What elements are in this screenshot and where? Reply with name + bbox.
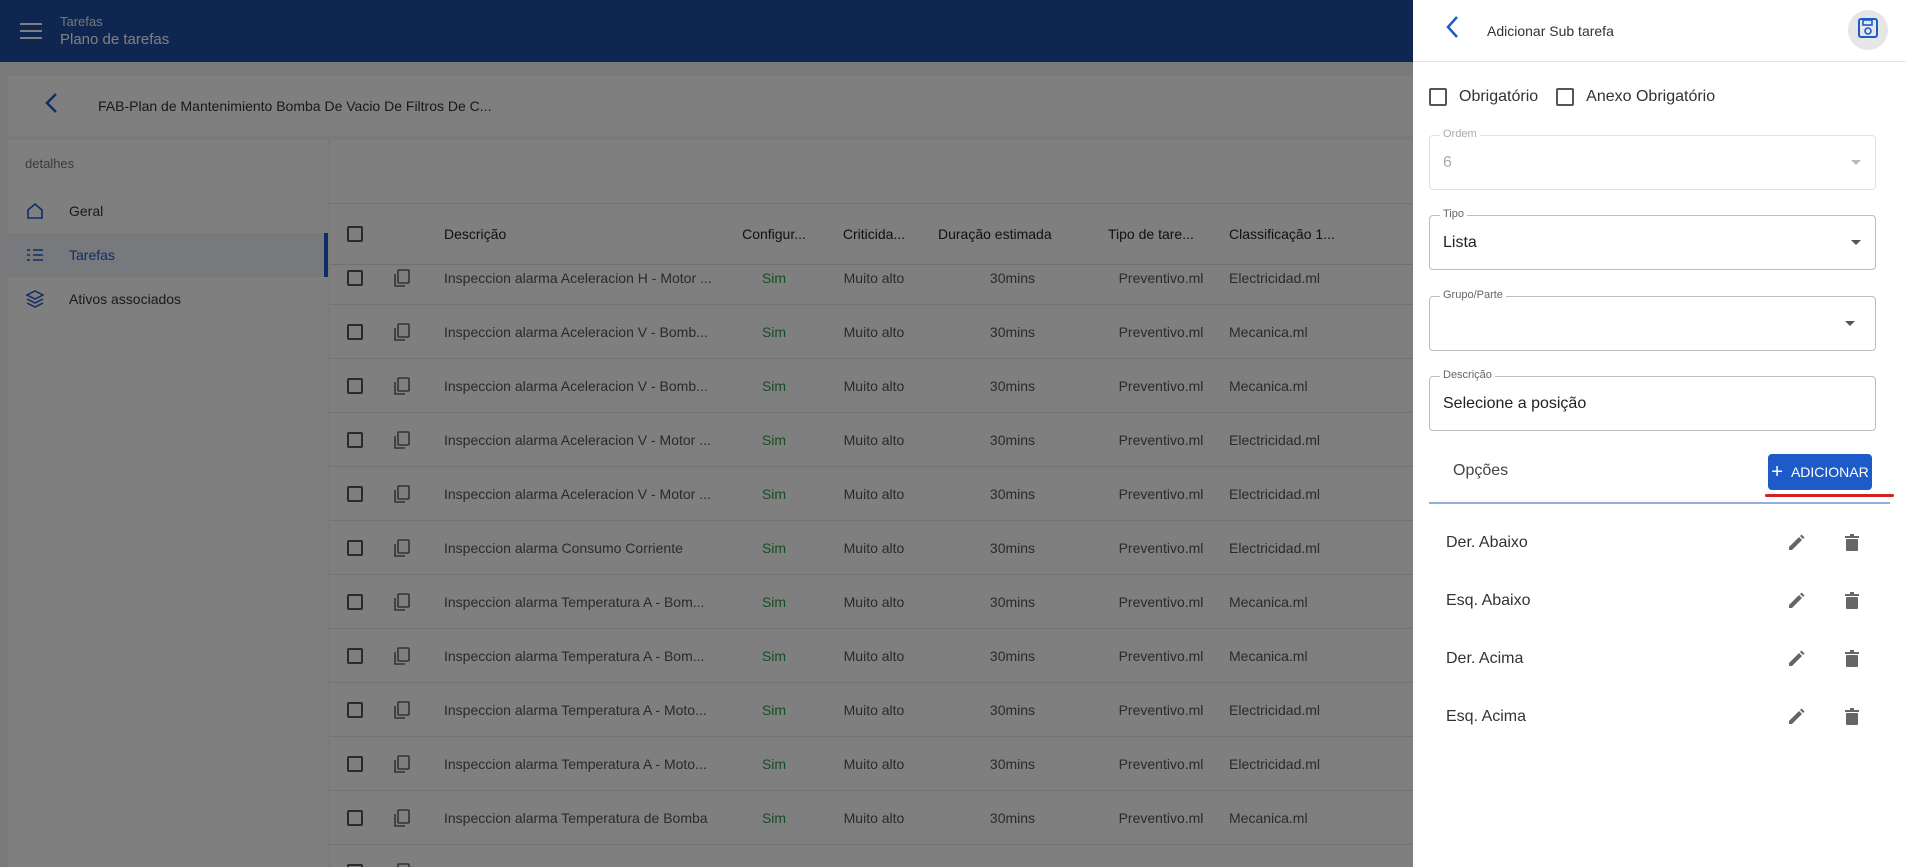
save-button[interactable]: [1848, 10, 1888, 50]
app-root: Tarefas Plano de tarefas FAB-Plan de Man…: [0, 0, 1906, 867]
trash-icon[interactable]: [1842, 533, 1862, 558]
pencil-icon[interactable]: [1786, 533, 1806, 558]
modal-backdrop[interactable]: [0, 0, 1413, 867]
option-label: Esq. Acima: [1446, 708, 1527, 725]
checkbox-box[interactable]: [1556, 88, 1575, 106]
tipo-select[interactable]: Tipo Lista: [1429, 208, 1876, 270]
option-item: Der. Abaixo: [1429, 514, 1890, 572]
pencil-icon[interactable]: [1786, 649, 1806, 674]
chevron-down-icon[interactable]: [1845, 321, 1855, 326]
back-arrow-icon[interactable]: [1445, 15, 1465, 46]
tipo-value: Lista: [1443, 234, 1477, 251]
add-option-button[interactable]: + ADICIONAR: [1768, 454, 1872, 490]
add-button-label: ADICIONAR: [1790, 464, 1869, 480]
option-label: Der. Abaixo: [1446, 534, 1528, 551]
option-label: Der. Acima: [1446, 650, 1524, 667]
descricao-value: Selecione a posição: [1443, 395, 1587, 412]
highlight-underline: [1765, 494, 1894, 497]
chevron-down-icon: [1851, 160, 1861, 165]
pencil-icon[interactable]: [1786, 707, 1806, 732]
required-checkboxes: Obrigatório Anexo Obrigatório: [1429, 88, 1733, 106]
pencil-icon[interactable]: [1786, 591, 1806, 616]
ordem-label: Ordem: [1440, 128, 1480, 140]
trash-icon[interactable]: [1842, 707, 1862, 732]
option-label: Esq. Abaixo: [1446, 592, 1531, 609]
tipo-label: Tipo: [1440, 208, 1467, 220]
chevron-down-icon[interactable]: [1851, 240, 1861, 245]
grupo-label: Grupo/Parte: [1440, 289, 1506, 301]
trash-icon[interactable]: [1842, 591, 1862, 616]
anexo-label: Anexo Obrigatório: [1586, 88, 1716, 105]
anexo-obrigatorio-checkbox[interactable]: Anexo Obrigatório: [1556, 88, 1715, 106]
option-item: Der. Acima: [1429, 630, 1890, 688]
plus-icon: +: [1771, 460, 1783, 483]
ordem-value: 6: [1443, 154, 1452, 171]
add-subtask-panel: Adicionar Sub tarefa Obrigatório Anexo O…: [1413, 0, 1906, 867]
ordem-select: Ordem 6: [1429, 128, 1876, 190]
obrigatorio-label: Obrigatório: [1459, 88, 1539, 105]
option-item: Esq. Abaixo: [1429, 572, 1890, 630]
descricao-label: Descrição: [1440, 369, 1495, 381]
descricao-input[interactable]: Descrição Selecione a posição: [1429, 369, 1876, 431]
panel-header: Adicionar Sub tarefa: [1413, 0, 1906, 62]
save-icon: [1857, 17, 1879, 44]
options-label: Opções: [1453, 462, 1509, 479]
grupo-parte-select[interactable]: Grupo/Parte: [1429, 289, 1876, 351]
panel-title: Adicionar Sub tarefa: [1487, 22, 1614, 39]
trash-icon[interactable]: [1842, 649, 1862, 674]
obrigatorio-checkbox[interactable]: Obrigatório: [1429, 88, 1538, 106]
option-item: Esq. Acima: [1429, 688, 1890, 746]
checkbox-box[interactable]: [1429, 88, 1447, 106]
